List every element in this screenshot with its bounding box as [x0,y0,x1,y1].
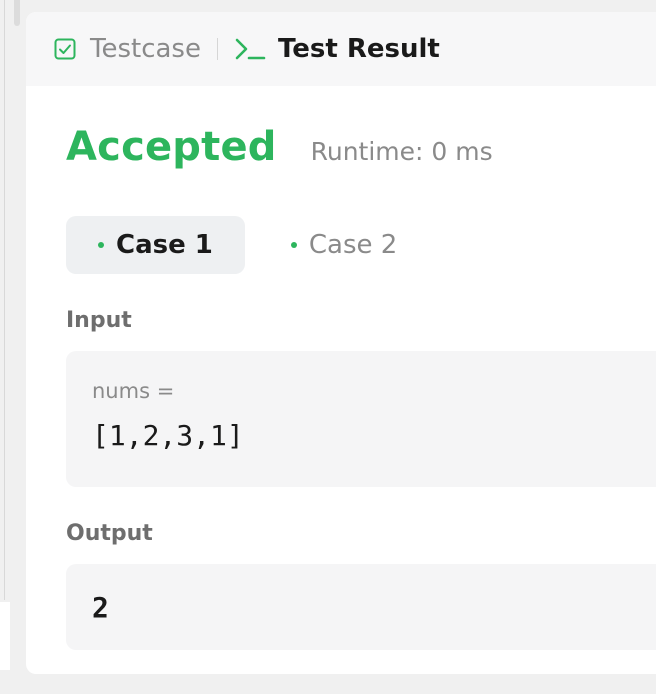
panel-tabbar: Testcase Test Result [26,12,656,86]
divider [4,0,5,600]
gutter-panel-edge [0,602,10,670]
input-label: Input [66,308,132,333]
tab-test-result[interactable]: Test Result [234,36,440,62]
case-tab-1-label: Case 1 [116,230,213,260]
case-tab-2-label: Case 2 [308,230,398,260]
dot-icon [98,242,104,248]
runtime-text: Runtime: 0 ms [310,137,493,166]
checkbox-check-icon [54,38,76,60]
tab-test-result-label: Test Result [277,34,440,64]
terminal-prompt-icon [235,38,266,60]
input-field[interactable]: nums = [1,2,3,1] [66,351,656,487]
result-content: Accepted Runtime: 0 ms Case 1 Case 2 Inp… [26,124,656,650]
left-gutter [0,0,22,694]
dot-icon [290,242,297,248]
output-label: Output [66,521,153,546]
output-field[interactable]: 2 [66,564,656,650]
status-row: Accepted Runtime: 0 ms [66,124,656,174]
status-accepted: Accepted [66,124,277,170]
output-value: 2 [92,590,109,624]
resize-handle[interactable] [14,0,20,26]
case-tab-1[interactable]: Case 1 [66,216,245,274]
tab-separator [216,38,218,60]
input-value: [1,2,3,1] [92,419,244,452]
case-tab-2[interactable]: Case 2 [259,216,429,274]
case-tabs: Case 1 Case 2 [66,216,656,274]
input-var-name: nums = [92,379,175,403]
tab-testcase[interactable]: Testcase [54,36,201,62]
tab-testcase-label: Testcase [90,34,201,64]
test-result-panel: Testcase Test Result Accepted Runtime: 0… [26,12,656,674]
